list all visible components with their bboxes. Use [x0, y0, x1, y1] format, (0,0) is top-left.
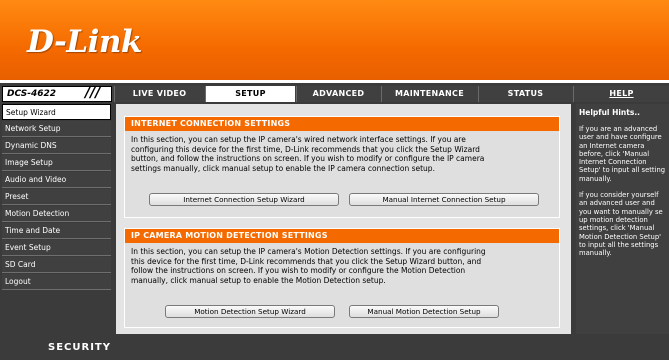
tab-help[interactable]: HELP: [573, 86, 669, 102]
sidebar: Setup Wizard Network Setup Dynamic DNS I…: [2, 104, 111, 334]
sidebar-item-event-setup[interactable]: Event Setup: [2, 240, 111, 256]
hint-line: Internet Connection: [579, 158, 647, 167]
hint-line: an Internet camera: [579, 141, 645, 150]
description-line: configuring this device for the first ti…: [131, 144, 480, 154]
dlink-logo: D-Link: [27, 24, 142, 60]
hint-line: user and have configure: [579, 133, 662, 142]
sidebar-item-image-setup[interactable]: Image Setup: [2, 155, 111, 171]
tab-advanced[interactable]: ADVANCED: [296, 86, 380, 102]
description-line: settings manually, click manual setup to…: [131, 163, 435, 173]
hint-line: to input all the settings: [579, 240, 659, 249]
tab-maintenance[interactable]: MAINTENANCE: [381, 86, 477, 102]
model-separator: ///: [85, 85, 101, 101]
hint-line: Setup' to input all setting: [579, 166, 666, 175]
section-title: IP CAMERA MOTION DETECTION SETTINGS: [125, 229, 559, 243]
description-line: button, and follow the instructions on s…: [131, 154, 485, 164]
description-line: In this section, you can setup the IP ca…: [131, 135, 466, 144]
sidebar-item-dynamic-dns[interactable]: Dynamic DNS: [2, 138, 111, 154]
hint-line: settings, click 'Manual: [579, 224, 655, 233]
hint-line: up motion detection: [579, 215, 648, 224]
model-label: DCS-4622 ///: [2, 85, 112, 102]
sidebar-item-time-and-date[interactable]: Time and Date: [2, 223, 111, 239]
header-divider: [0, 80, 669, 83]
sidebar-item-sd-card[interactable]: SD Card: [2, 257, 111, 273]
tab-setup[interactable]: SETUP: [205, 86, 295, 102]
hint-line: If you consider yourself: [579, 191, 659, 200]
model-name: DCS-4622: [7, 89, 57, 99]
hints-title: Helpful Hints..: [579, 108, 641, 117]
description-line: manually, click manual setup to enable t…: [131, 275, 386, 285]
footer-security-label: SECURITY: [48, 342, 111, 353]
description-line: In this section, you can setup the IP ca…: [131, 247, 486, 256]
hint-line: you want to manually se: [579, 207, 663, 216]
header-banner: D-Link: [0, 0, 669, 80]
sidebar-item-network-setup[interactable]: Network Setup: [2, 121, 111, 137]
hint-line: an advanced user and: [579, 199, 655, 208]
section-title: INTERNET CONNECTION SETTINGS: [125, 117, 559, 131]
sidebar-item-audio-and-video[interactable]: Audio and Video: [2, 172, 111, 188]
sidebar-item-logout[interactable]: Logout: [2, 274, 111, 290]
sidebar-item-motion-detection[interactable]: Motion Detection: [2, 206, 111, 222]
manual-internet-setup-button[interactable]: Manual Internet Connection Setup: [349, 193, 539, 206]
helpful-hints-panel: Helpful Hints.. If you are an advanced u…: [576, 104, 669, 334]
description-line: follow the instructions on screen. If yo…: [131, 266, 466, 276]
description-line: this device for the first time, D-Link r…: [131, 256, 482, 266]
manual-motion-setup-button[interactable]: Manual Motion Detection Setup: [349, 305, 499, 318]
hint-line: manually.: [579, 174, 612, 183]
sidebar-item-setup-wizard[interactable]: Setup Wizard: [2, 104, 111, 120]
section-description: In this section, you can setup the IP ca…: [125, 131, 559, 173]
hint-line: before, click 'Manual: [579, 149, 650, 158]
hint-line: If you are an advanced: [579, 125, 658, 133]
internet-setup-wizard-button[interactable]: Internet Connection Setup Wizard: [149, 193, 339, 206]
motion-setup-wizard-button[interactable]: Motion Detection Setup Wizard: [165, 305, 335, 318]
internet-connection-section: INTERNET CONNECTION SETTINGS In this sec…: [124, 116, 560, 218]
tab-status[interactable]: STATUS: [478, 86, 572, 102]
tab-live-video[interactable]: LIVE VIDEO: [114, 86, 204, 102]
motion-detection-section: IP CAMERA MOTION DETECTION SETTINGS In t…: [124, 228, 560, 328]
hint-line: manually.: [579, 249, 612, 258]
footer: SECURITY: [0, 334, 669, 360]
sidebar-item-preset[interactable]: Preset: [2, 189, 111, 205]
hint-line: Motion Detection Setup': [579, 232, 662, 241]
section-description: In this section, you can setup the IP ca…: [125, 243, 559, 285]
main-panel: INTERNET CONNECTION SETTINGS In this sec…: [116, 104, 571, 334]
